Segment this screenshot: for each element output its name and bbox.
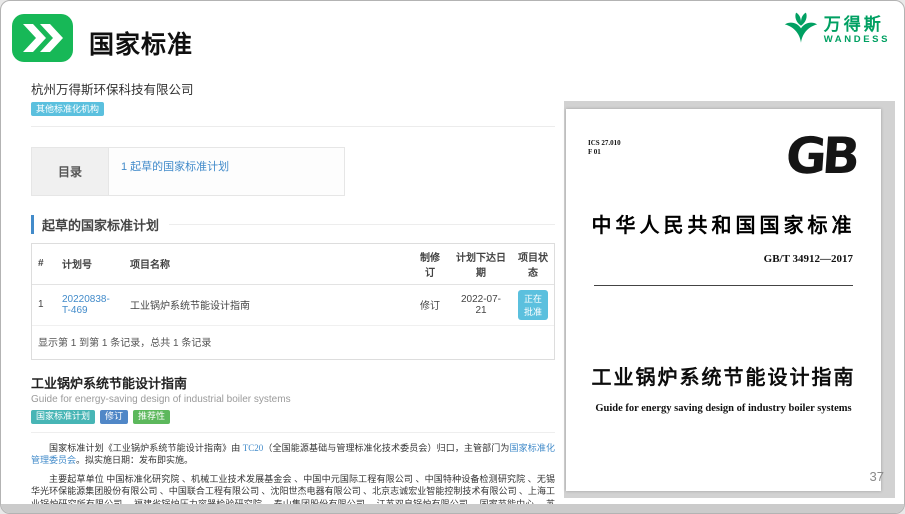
column-header-index: # — [32, 244, 56, 285]
cell-revision: 修订 — [410, 284, 450, 325]
column-header-revision: 制修订 — [410, 244, 450, 285]
text-run: 。拟实施日期：发布即实施。 — [76, 455, 193, 465]
cell-index: 1 — [32, 284, 56, 325]
gb-standard-code: GB/T 34912—2017 — [764, 253, 853, 265]
table-record-count: 显示第 1 到第 1 条记录，总共 1 条记录 — [32, 326, 554, 359]
double-chevron-icon — [12, 49, 73, 66]
wandess-plant-icon — [783, 11, 819, 49]
cell-project-name: 工业锅炉系统节能设计指南 — [124, 284, 410, 325]
slide-bottom-band — [1, 504, 904, 513]
gb-cover-rule — [594, 285, 853, 286]
gb-cover-title: 工业锅炉系统节能设计指南 — [566, 361, 881, 390]
company-name: 杭州万得斯环保科技有限公司 — [31, 79, 555, 98]
page-number: 37 — [870, 469, 884, 484]
toc-label: 目录 — [32, 148, 109, 195]
standard-detail: 工业锅炉系统节能设计指南 Guide for energy-saving des… — [31, 373, 555, 433]
presentation-slide: 国家标准 万得斯 WANDESS 杭州万得斯环保科技有限公司 其他标准化机构 目… — [0, 0, 905, 514]
text-run: 国家标准计划《工业锅炉系统节能设计指南》由 — [49, 443, 243, 453]
toc-link[interactable]: 1 起草的国家标准计划 — [121, 161, 229, 173]
wandess-logo: 万得斯 WANDESS — [783, 11, 890, 49]
divider — [31, 432, 555, 433]
standard-tags: 国家标准计划 修订 推荐性 — [31, 410, 555, 424]
status-badge: 正在批准 — [518, 290, 548, 320]
standard-subtitle-en: Guide for energy-saving design of indust… — [31, 394, 555, 405]
table-row: 1 20220838-T-469 工业锅炉系统节能设计指南 修订 2022-07… — [32, 284, 554, 325]
plan-number-link[interactable]: 20220838-T-469 — [62, 294, 110, 316]
column-header-issue-date: 计划下达日期 — [450, 244, 512, 285]
cell-issue-date: 2022-07-21 — [450, 284, 512, 325]
gb-cover-header: 中华人民共和国国家标准 — [566, 209, 881, 238]
gb-cover-scan: ICS 27.010 F 01 GB 中华人民共和国国家标准 GB/T 3491… — [564, 101, 895, 498]
column-header-project-name: 项目名称 — [124, 244, 410, 285]
divider — [31, 126, 555, 127]
gb-logo: GB — [784, 131, 857, 181]
text-run: （全国能源基础与管理标准化技术委员会）归口，主管部门为 — [263, 443, 509, 453]
tag-national-plan: 国家标准计划 — [31, 410, 95, 424]
tag-revision: 修订 — [100, 410, 128, 424]
tag-recommended: 推荐性 — [133, 410, 170, 424]
gb-cover-page: ICS 27.010 F 01 GB 中华人民共和国国家标准 GB/T 3491… — [566, 109, 881, 491]
toc-box: 目录 1 起草的国家标准计划 — [31, 147, 345, 196]
page-title: 国家标准 — [89, 25, 193, 61]
paragraph-plan-info: 国家标准计划《工业锅炉系统节能设计指南》由 TC20（全国能源基础与管理标准化技… — [31, 442, 555, 467]
gb-cover-subtitle-en: Guide for energy saving design of indust… — [566, 403, 881, 414]
slide-title-badge — [12, 14, 73, 62]
ics-code: ICS 27.010 F 01 — [588, 139, 621, 157]
column-header-plan-no: 计划号 — [56, 244, 124, 285]
company-tag: 其他标准化机构 — [31, 102, 104, 116]
section-title-drafted-plans: 起草的国家标准计划 — [31, 215, 555, 234]
plans-table: # 计划号 项目名称 制修订 计划下达日期 项目状态 1 20220838-T-… — [31, 243, 555, 360]
column-header-status: 项目状态 — [512, 244, 554, 285]
brand-name-en: WANDESS — [824, 35, 890, 45]
inline-link[interactable]: TC20 — [243, 443, 264, 453]
standard-title: 工业锅炉系统节能设计指南 — [31, 373, 555, 392]
brand-name-cn: 万得斯 — [824, 16, 890, 33]
webpage-screenshot: 杭州万得斯环保科技有限公司 其他标准化机构 目录 1 起草的国家标准计划 起草的… — [31, 79, 555, 514]
table-header-row: # 计划号 项目名称 制修订 计划下达日期 项目状态 — [32, 244, 554, 285]
